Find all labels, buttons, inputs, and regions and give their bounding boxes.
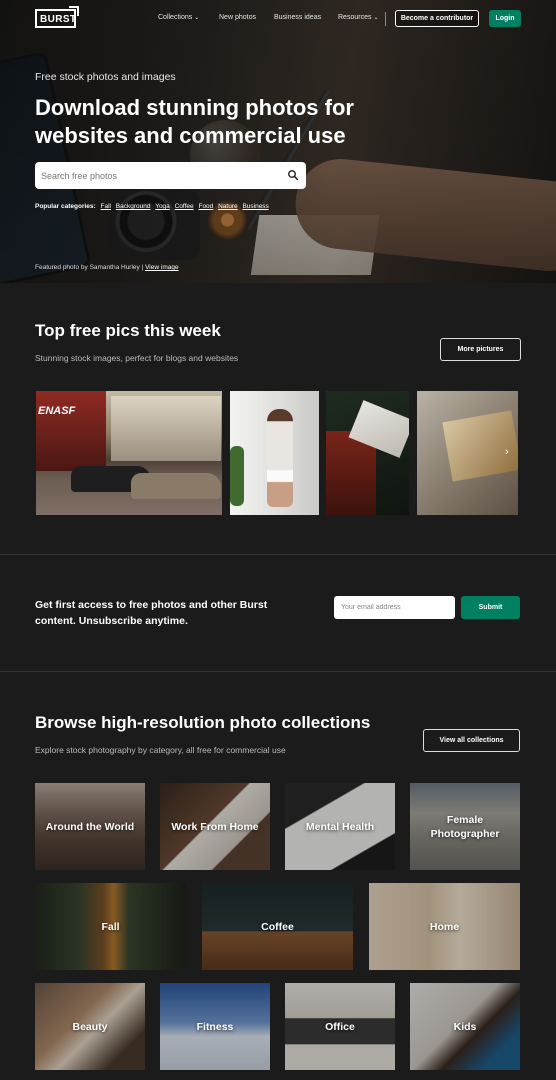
- photo-classic-cars[interactable]: ENASF: [36, 391, 222, 515]
- collection-label: Coffee: [261, 920, 294, 933]
- collection-tile-mental-health[interactable]: Mental Health: [285, 783, 395, 870]
- login-button[interactable]: Login: [489, 10, 521, 27]
- collection-tile-office[interactable]: Office: [285, 983, 395, 1070]
- become-contributor-button[interactable]: Become a contributor: [395, 10, 479, 27]
- popular-categories: Popular categories: Fall Background Yoga…: [35, 203, 272, 210]
- search-input[interactable]: [41, 167, 276, 184]
- more-pictures-button[interactable]: More pictures: [440, 338, 521, 361]
- collection-tile-female-photographer[interactable]: Female Photographer: [410, 783, 520, 870]
- collection-label: Beauty: [72, 1020, 108, 1033]
- email-field[interactable]: [334, 596, 455, 619]
- category-link-fall[interactable]: Fall: [101, 203, 111, 210]
- nav-divider: [385, 12, 386, 26]
- collection-label: Home: [429, 920, 460, 933]
- collection-label: Work From Home: [171, 820, 259, 833]
- category-link-background[interactable]: Background: [116, 203, 151, 210]
- hero-kicker: Free stock photos and images: [35, 71, 176, 83]
- search-bar: [35, 162, 306, 189]
- chevron-down-icon: ⌄: [373, 15, 379, 21]
- photo-street-sign: ENASF: [38, 405, 76, 417]
- category-link-yoga[interactable]: Yoga: [155, 203, 170, 210]
- photo-open-book[interactable]: [417, 391, 518, 515]
- collection-label: Mental Health: [305, 820, 375, 833]
- top-nav: BURST Collections ⌄ New photos Business i…: [0, 0, 556, 36]
- view-all-collections-button[interactable]: View all collections: [423, 729, 520, 752]
- collection-tile-kids[interactable]: Kids: [410, 983, 520, 1070]
- collections-title: Browse high-resolution photo collections: [35, 713, 371, 732]
- nav-business-ideas[interactable]: Business ideas: [274, 14, 321, 21]
- featured-credit-text: Featured photo by Samantha Hurley |: [35, 264, 144, 271]
- collection-label: Office: [325, 1020, 355, 1033]
- collections-subtitle: Explore stock photography by category, a…: [35, 745, 286, 755]
- chevron-right-icon[interactable]: ›: [505, 446, 509, 458]
- photo-building-red: [36, 391, 106, 471]
- burst-logo[interactable]: BURST: [35, 6, 79, 28]
- chevron-down-icon: ⌄: [194, 15, 200, 21]
- collection-tile-fall[interactable]: Fall: [35, 883, 186, 970]
- nav-collections[interactable]: Collections ⌄: [158, 14, 199, 21]
- nav-resources[interactable]: Resources ⌄: [338, 14, 379, 21]
- collection-label: Fitness: [196, 1020, 234, 1033]
- photo-car: [131, 473, 221, 499]
- photo-building: [111, 396, 221, 461]
- collection-tile-fitness[interactable]: Fitness: [160, 983, 270, 1070]
- collection-tile-home[interactable]: Home: [369, 883, 520, 970]
- featured-credit: Featured photo by Samantha Hurley | View…: [35, 264, 179, 271]
- photo-woman-white-outfit[interactable]: [230, 391, 319, 515]
- section-divider: [0, 671, 556, 672]
- photo-plant: [230, 446, 244, 506]
- category-link-nature[interactable]: Nature: [218, 203, 238, 210]
- photo-person: [267, 409, 293, 507]
- collection-tile-coffee[interactable]: Coffee: [202, 883, 353, 970]
- hero-title: Download stunning photos for websites an…: [35, 95, 354, 148]
- hero-banner: BURST Collections ⌄ New photos Business i…: [0, 0, 556, 283]
- section-divider: [0, 554, 556, 555]
- category-link-coffee[interactable]: Coffee: [175, 203, 194, 210]
- newsletter-text: Get first access to free photos and othe…: [35, 599, 268, 627]
- category-link-food[interactable]: Food: [198, 203, 213, 210]
- category-link-business[interactable]: Business: [242, 203, 268, 210]
- collection-label: Kids: [453, 1020, 477, 1033]
- top-pics-title: Top free pics this week: [35, 321, 221, 340]
- photo-reading-book[interactable]: [326, 391, 409, 515]
- collection-label: Around the World: [45, 820, 135, 833]
- search-icon[interactable]: [287, 169, 299, 181]
- top-pics-subtitle: Stunning stock images, perfect for blogs…: [35, 353, 239, 363]
- collection-tile-work-from-home[interactable]: Work From Home: [160, 783, 270, 870]
- nav-new-photos[interactable]: New photos: [219, 14, 256, 21]
- collection-tile-around-the-world[interactable]: Around the World: [35, 783, 145, 870]
- collection-label: Fall: [101, 920, 120, 933]
- popular-categories-label: Popular categories:: [35, 203, 96, 210]
- collection-label: Female Photographer: [430, 813, 500, 840]
- view-image-link[interactable]: View image: [145, 264, 178, 271]
- collection-tile-beauty[interactable]: Beauty: [35, 983, 145, 1070]
- submit-button[interactable]: Submit: [461, 596, 520, 619]
